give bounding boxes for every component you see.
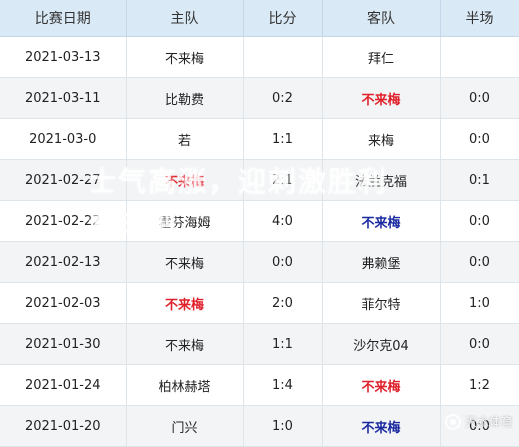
cell-home-team: 霍芬海姆 [126, 200, 244, 242]
table-row[interactable]: 2021-01-30 不来梅 1:1 沙尔克04 0:0 [0, 323, 519, 365]
cell-date: 2021-02-22 [0, 200, 127, 242]
cell-score: 0:0 [243, 241, 323, 283]
cell-score [243, 36, 323, 78]
cell-away-team: 不来梅 [322, 77, 441, 119]
header-half-time[interactable]: 半场 [440, 0, 519, 37]
cell-score: 0:2 [243, 77, 323, 119]
match-history-table: 比赛日期 主队 比分 客队 半场 2021-03-13 不来梅 拜仁 2021-03-… [0, 0, 519, 447]
cell-half-time: 1:2 [440, 364, 519, 406]
cell-home-team: 不来梅 [126, 323, 244, 365]
cell-score: 1:1 [243, 323, 323, 365]
cell-score: 4:0 [243, 200, 323, 242]
cell-home-team: 柏林赫塔 [126, 364, 244, 406]
cell-home-team: 不来梅 [126, 159, 244, 201]
cell-half-time: 0:1 [440, 159, 519, 201]
table-row[interactable]: 2021-03-0 若 1:1 来梅 0:0 [0, 118, 519, 160]
cell-away-team: 不来梅 [322, 364, 441, 406]
header-date[interactable]: 比赛日期 [0, 0, 127, 37]
watermark-logo-icon [444, 413, 461, 430]
cell-date: 2021-02-03 [0, 282, 127, 324]
cell-home-team: 不来梅 [126, 241, 244, 283]
table-row[interactable]: 2021-02-22 霍芬海姆 4:0 不来梅 0:0 [0, 200, 519, 242]
cell-date: 2021-02-27 [0, 159, 127, 201]
cell-home-team: 比勒费 [126, 77, 244, 119]
cell-score: 1:4 [243, 364, 323, 406]
cell-date: 2021-01-20 [0, 405, 127, 447]
cell-half-time: 1:0 [440, 282, 519, 324]
cell-date: 2021-03-11 [0, 77, 127, 119]
cell-away-team: 来梅 [322, 118, 441, 160]
cell-home-team: 不来梅 [126, 282, 244, 324]
cell-score: 1:0 [243, 405, 323, 447]
table-row[interactable]: 2021-02-13 不来梅 0:0 弗赖堡 0:0 [0, 241, 519, 283]
cell-away-team: 法兰克福 [322, 159, 441, 201]
table-row[interactable]: 2021-02-03 不来梅 2:0 菲尔特 1:0 [0, 282, 519, 324]
cell-away-team: 不来梅 [322, 200, 441, 242]
cell-home-team: 门兴 [126, 405, 244, 447]
cell-away-team: 弗赖堡 [322, 241, 441, 283]
cell-date: 2021-03-13 [0, 36, 127, 78]
cell-half-time: 0:0 [440, 200, 519, 242]
cell-date: 2021-03-0 [0, 118, 127, 160]
table-row[interactable]: 2021-03-11 比勒费 0:2 不来梅 0:0 [0, 77, 519, 119]
cell-score: 2:0 [243, 282, 323, 324]
header-away-team[interactable]: 客队 [322, 0, 441, 37]
watermark-text: 天水体育 [464, 415, 513, 429]
cell-away-team: 沙尔克04 [322, 323, 441, 365]
header-home-team[interactable]: 主队 [126, 0, 244, 37]
cell-score: 1:1 [243, 118, 323, 160]
cell-away-team: 菲尔特 [322, 282, 441, 324]
watermark: 天水体育 [444, 413, 513, 430]
table-row[interactable]: 2021-03-13 不来梅 拜仁 [0, 36, 519, 78]
table-row[interactable]: 2021-01-24 柏林赫塔 1:4 不来梅 1:2 [0, 364, 519, 406]
cell-half-time: 0:0 [440, 77, 519, 119]
cell-home-team: 不来梅 [126, 36, 244, 78]
header-score[interactable]: 比分 [243, 0, 323, 37]
table-row[interactable]: 2021-02-27 不来梅 2:1 法兰克福 0:1 [0, 159, 519, 201]
cell-date: 2021-01-30 [0, 323, 127, 365]
cell-date: 2021-01-24 [0, 364, 127, 406]
cell-half-time: 0:0 [440, 241, 519, 283]
cell-half-time: 0:0 [440, 323, 519, 365]
table-header-row: 比赛日期 主队 比分 客队 半场 [0, 0, 519, 37]
table-row[interactable]: 2021-01-20 门兴 1:0 不来梅 0:0 [0, 405, 519, 447]
cell-away-team: 拜仁 [322, 36, 441, 78]
cell-half-time [440, 36, 519, 78]
cell-home-team: 若 [126, 118, 244, 160]
cell-away-team: 不来梅 [322, 405, 441, 447]
cell-score: 2:1 [243, 159, 323, 201]
cell-date: 2021-02-13 [0, 241, 127, 283]
cell-half-time: 0:0 [440, 118, 519, 160]
